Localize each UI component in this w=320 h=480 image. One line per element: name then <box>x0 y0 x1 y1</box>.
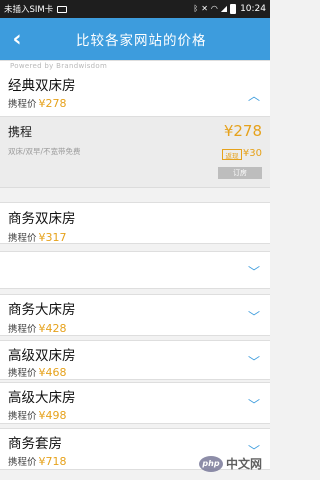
room-price-row: 携程价 ¥428 <box>8 321 67 335</box>
php-logo: php <box>198 455 223 472</box>
room-price-row: 携程价 ¥278 <box>8 96 67 110</box>
chevron-down-icon[interactable]: ﹀ <box>248 263 260 280</box>
provider-row[interactable]: 携程 双床/双早/不宽带免费 ¥278 返现 ¥30 订房 <box>0 117 270 188</box>
battery-icon <box>230 4 237 14</box>
room-name: 商务套房 <box>8 436 62 452</box>
price-prefix: 携程价 <box>8 233 37 244</box>
carrier-label: 未插入SIM卡 <box>4 5 54 15</box>
room-card[interactable]: 高级大床房 携程价 ¥498 ﹀ <box>0 382 270 424</box>
room-card-expanded[interactable]: Powered by Brandwisdom 经典双床房 携程价 ¥278 ︿ <box>0 60 270 117</box>
chevron-down-icon[interactable]: ﹀ <box>248 308 260 325</box>
powered-by-label: Powered by Brandwisdom <box>10 62 108 70</box>
cashback-value: ¥30 <box>242 148 262 159</box>
price-prefix: 携程价 <box>8 99 37 110</box>
room-name: 商务大床房 <box>8 302 76 318</box>
page-title: 比较各家网站的价格 <box>76 33 207 49</box>
book-button[interactable]: 订房 <box>218 167 262 179</box>
room-price: ¥278 <box>38 97 67 110</box>
room-name: 高级大床房 <box>8 390 76 406</box>
price-prefix: 携程价 <box>8 324 37 335</box>
room-price-row: 携程价 ¥718 <box>8 454 67 468</box>
price-prefix: 携程价 <box>8 411 37 422</box>
watermark-text: 中文网 <box>225 457 262 471</box>
chevron-down-icon[interactable]: ﹀ <box>248 396 260 413</box>
room-card[interactable]: 商务双床房 携程价 ¥317 <box>0 202 270 244</box>
room-card[interactable]: 商务大床房 携程价 ¥428 ﹀ <box>0 294 270 336</box>
mute-icon: ✕ <box>201 4 208 13</box>
room-name: 商务双床房 <box>8 211 76 227</box>
room-price: ¥498 <box>38 409 67 422</box>
provider-name: 携程 <box>8 125 33 139</box>
room-price: ¥317 <box>38 231 67 244</box>
app-bar: ‹ 比较各家网站的价格 <box>0 18 270 60</box>
provider-subtitle: 双床/双早/不宽带免费 <box>8 147 81 156</box>
room-price: ¥718 <box>38 455 67 468</box>
status-bar: 未插入SIM卡 ᛒ ✕ ◠ ◢ 10:24 <box>0 0 270 18</box>
cashback-tag: 返现 <box>222 149 242 160</box>
wifi-icon: ◠ <box>210 4 218 13</box>
chevron-down-icon[interactable]: ﹀ <box>248 353 260 370</box>
room-card[interactable]: 高级双床房 携程价 ¥468 ﹀ <box>0 340 270 380</box>
back-button[interactable]: ‹ <box>0 18 34 60</box>
room-name: 高级双床房 <box>8 348 76 364</box>
room-price-row: 携程价 ¥498 <box>8 408 67 422</box>
room-price: ¥468 <box>38 366 67 379</box>
signal-icon: ◢ <box>220 4 228 13</box>
room-price: ¥428 <box>38 322 67 335</box>
chevron-left-icon: ‹ <box>12 26 22 52</box>
room-card[interactable]: ﹀ <box>0 251 270 289</box>
room-name: 经典双床房 <box>8 78 76 94</box>
status-icons: ᛒ ✕ ◠ ◢ 10:24 <box>193 4 266 14</box>
provider-price: ¥278 <box>223 122 262 140</box>
image-icon <box>57 5 68 13</box>
clock: 10:24 <box>240 4 266 14</box>
room-price-row: 携程价 ¥317 <box>8 230 67 244</box>
room-price-row: 携程价 ¥468 <box>8 365 67 379</box>
price-prefix: 携程价 <box>8 368 37 379</box>
price-prefix: 携程价 <box>8 457 37 468</box>
bluetooth-icon: ᛒ <box>193 4 199 13</box>
chevron-up-icon[interactable]: ︿ <box>248 87 260 104</box>
watermark: php 中文网 <box>198 455 262 472</box>
